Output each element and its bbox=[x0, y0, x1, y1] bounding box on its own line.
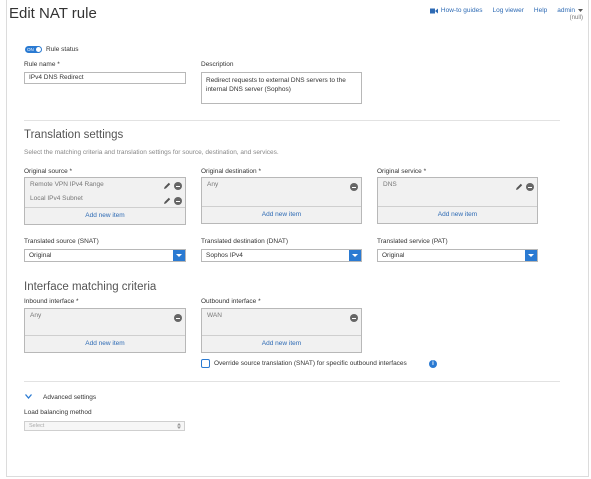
pencil-icon[interactable] bbox=[163, 197, 171, 205]
howto-link[interactable]: How-to guides bbox=[429, 7, 483, 14]
orig-source-label: Original source * bbox=[24, 168, 73, 175]
list-item: Local IPv4 Subnet bbox=[30, 195, 83, 202]
chevron-down-icon bbox=[578, 8, 583, 12]
inbound-label: Inbound interface * bbox=[24, 298, 79, 305]
advanced-settings-toggle[interactable]: Advanced settings bbox=[43, 394, 96, 401]
override-snat-checkbox[interactable] bbox=[201, 359, 210, 368]
chevron-down-icon[interactable] bbox=[25, 394, 32, 399]
rule-status-label: Rule status bbox=[46, 46, 79, 53]
howto-link-label: How-to guides bbox=[440, 7, 483, 14]
log-viewer-link[interactable]: Log viewer bbox=[492, 7, 523, 14]
video-icon bbox=[429, 8, 438, 13]
chevron-down-icon bbox=[349, 250, 361, 261]
outbound-label: Outbound interface * bbox=[201, 298, 261, 305]
lb-method-select[interactable]: Select bbox=[24, 421, 185, 431]
snat-select[interactable]: Original bbox=[24, 249, 186, 262]
pat-value: Original bbox=[382, 252, 405, 259]
add-new-item-button[interactable]: Add new item bbox=[202, 335, 361, 352]
dnat-value: Sophos IPv4 bbox=[206, 252, 243, 259]
chevron-down-icon bbox=[173, 250, 185, 261]
orig-service-label: Original service * bbox=[377, 168, 427, 175]
description-label: Description bbox=[201, 61, 234, 68]
list-item: DNS bbox=[383, 181, 397, 188]
admin-label: admin bbox=[557, 7, 575, 14]
updown-icon bbox=[177, 423, 181, 429]
remove-icon[interactable] bbox=[174, 182, 182, 190]
remove-icon[interactable] bbox=[526, 183, 534, 191]
snat-value: Original bbox=[29, 252, 52, 259]
list-item: Any bbox=[30, 312, 42, 319]
orig-source-list: Remote VPN IPv4 Range Local IPv4 Subnet … bbox=[24, 177, 186, 225]
log-viewer-label: Log viewer bbox=[492, 7, 524, 14]
dnat-select[interactable]: Sophos IPv4 bbox=[201, 249, 362, 262]
list-item: Any bbox=[207, 181, 219, 188]
orig-destination-list: Any Add new item bbox=[201, 177, 362, 224]
orig-service-list: DNS Add new item bbox=[377, 177, 538, 224]
remove-icon[interactable] bbox=[174, 197, 182, 205]
pat-label: Translated service (PAT) bbox=[377, 238, 448, 245]
remove-icon[interactable] bbox=[350, 314, 358, 322]
override-snat-label: Override source translation (SNAT) for s… bbox=[214, 360, 407, 367]
add-new-item-button[interactable]: Add new item bbox=[25, 335, 185, 352]
translation-heading: Translation settings bbox=[24, 129, 124, 141]
rule-name-label: Rule name * bbox=[24, 61, 60, 68]
help-link[interactable]: Help bbox=[534, 7, 547, 14]
dnat-label: Translated destination (DNAT) bbox=[201, 238, 289, 245]
rule-name-input[interactable]: IPv4 DNS Redirect bbox=[24, 72, 186, 84]
admin-sub-label: (null) bbox=[569, 15, 583, 21]
lb-method-value: Select bbox=[29, 423, 45, 429]
add-new-item-button[interactable]: Add new item bbox=[202, 206, 361, 223]
top-links: How-to guides Log viewer Help admin (nul… bbox=[429, 7, 583, 21]
chevron-down-icon bbox=[525, 250, 537, 261]
pat-select[interactable]: Original bbox=[377, 249, 538, 262]
admin-menu[interactable]: admin (null) bbox=[557, 7, 583, 21]
translation-subtitle: Select the matching criteria and transla… bbox=[24, 149, 279, 156]
page-title: Edit NAT rule bbox=[9, 5, 97, 22]
remove-icon[interactable] bbox=[350, 183, 358, 191]
remove-icon[interactable] bbox=[174, 314, 182, 322]
admin-dropdown[interactable]: admin bbox=[557, 7, 583, 14]
rule-status-toggle[interactable]: ON bbox=[25, 46, 42, 53]
outbound-list: WAN Add new item bbox=[201, 308, 362, 353]
orig-destination-label: Original destination * bbox=[201, 168, 261, 175]
pencil-icon[interactable] bbox=[515, 183, 523, 191]
interface-heading: Interface matching criteria bbox=[24, 281, 157, 293]
lb-method-label: Load balancing method bbox=[24, 409, 92, 416]
info-icon[interactable]: i bbox=[429, 360, 437, 368]
add-new-item-button[interactable]: Add new item bbox=[25, 207, 185, 224]
inbound-list: Any Add new item bbox=[24, 308, 186, 353]
snat-label: Translated source (SNAT) bbox=[24, 238, 99, 245]
description-textarea[interactable]: Redirect requests to external DNS server… bbox=[201, 72, 362, 104]
list-item: WAN bbox=[207, 312, 222, 319]
toggle-text: ON bbox=[27, 47, 34, 52]
add-new-item-button[interactable]: Add new item bbox=[378, 206, 537, 223]
help-label: Help bbox=[533, 7, 548, 14]
list-item: Remote VPN IPv4 Range bbox=[30, 181, 104, 188]
pencil-icon[interactable] bbox=[163, 182, 171, 190]
toggle-knob bbox=[36, 47, 41, 52]
divider-1 bbox=[24, 120, 560, 121]
divider-2 bbox=[24, 381, 560, 382]
